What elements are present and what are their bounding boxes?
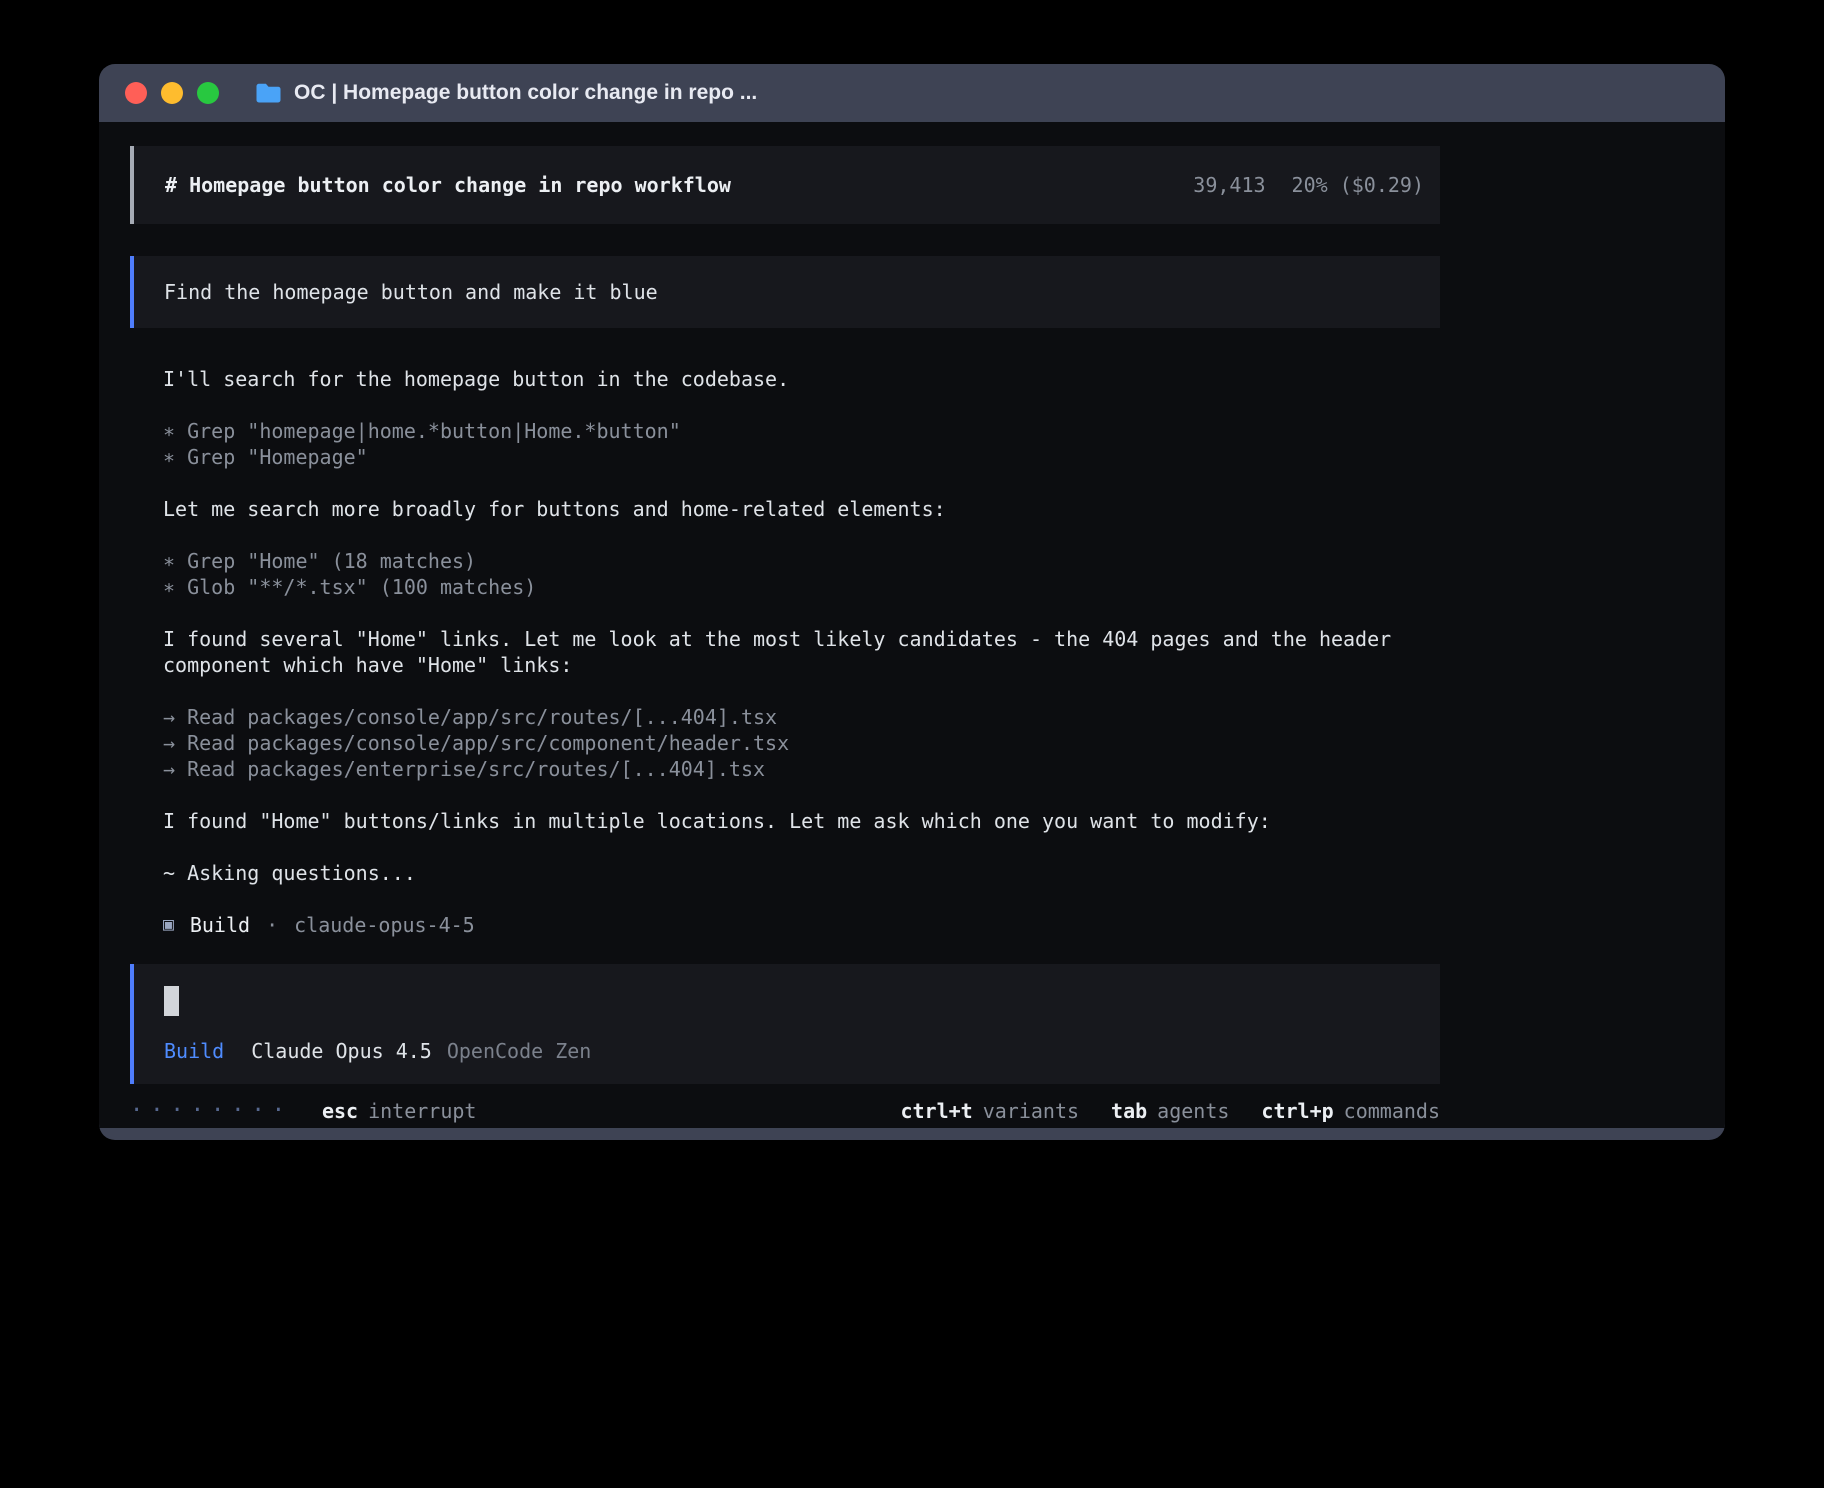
tool-call-grep: ∗ Grep "Homepage"	[163, 444, 1440, 470]
tool-call-glob: ∗ Glob "**/*.tsx" (100 matches)	[163, 574, 1440, 600]
tool-call-group-1: ∗ Grep "homepage|home.*button|Home.*butt…	[163, 418, 1440, 470]
user-message: Find the homepage button and make it blu…	[130, 256, 1440, 328]
minimize-button[interactable]	[161, 82, 183, 104]
folder-icon	[255, 82, 282, 104]
spinner-dots: ········	[130, 1098, 292, 1124]
session-content: # Homepage button color change in repo w…	[99, 122, 1440, 1124]
agent-status-line: ▣ Build · claude-opus-4-5	[163, 912, 1440, 938]
model-label: Claude Opus 4.5	[251, 1038, 432, 1064]
terminal-window: OC | Homepage button color change in rep…	[99, 64, 1725, 1140]
session-stats: 39,413 20% ($0.29)	[1193, 172, 1424, 198]
traffic-lights	[125, 82, 219, 104]
status-bar-left: ········ esc interrupt	[130, 1098, 476, 1124]
interrupt-hint: esc interrupt	[322, 1098, 477, 1124]
shortcut-label: commands	[1344, 1098, 1440, 1124]
context-percent-cost: 20% ($0.29)	[1292, 172, 1424, 198]
prompt-input[interactable]: Build Claude Opus 4.5 OpenCode Zen	[130, 964, 1440, 1084]
agent-separator: ·	[266, 912, 278, 938]
asking-questions-status: ~ Asking questions...	[163, 860, 1440, 886]
input-modeline: Build Claude Opus 4.5 OpenCode Zen	[164, 1038, 1410, 1064]
shortcut-key: tab	[1111, 1098, 1147, 1124]
agent-name: Build	[190, 912, 250, 938]
shortcut-label: variants	[983, 1098, 1079, 1124]
titlebar: OC | Homepage button color change in rep…	[99, 64, 1725, 122]
mode-label[interactable]: Build	[164, 1038, 224, 1064]
assistant-paragraph: I'll search for the homepage button in t…	[163, 366, 1440, 392]
session-title: # Homepage button color change in repo w…	[165, 172, 731, 198]
assistant-paragraph: Let me search more broadly for buttons a…	[163, 496, 1440, 522]
zoom-button[interactable]	[197, 82, 219, 104]
shortcut-label: agents	[1157, 1098, 1229, 1124]
tool-call-grep: ∗ Grep "homepage|home.*button|Home.*butt…	[163, 418, 1440, 444]
window-title: OC | Homepage button color change in rep…	[294, 81, 757, 105]
shortcut-variants: ctrl+t variants	[900, 1098, 1079, 1124]
tool-call-read: → Read packages/enterprise/src/routes/[.…	[163, 756, 1440, 782]
terminal-body: # Homepage button color change in repo w…	[99, 122, 1725, 1128]
status-bar: ········ esc interrupt ctrl+t variants t…	[130, 1098, 1440, 1124]
interrupt-key: esc	[322, 1098, 358, 1124]
assistant-paragraph: I found "Home" buttons/links in multiple…	[163, 808, 1440, 834]
tool-call-group-3: → Read packages/console/app/src/routes/[…	[163, 704, 1440, 782]
user-message-text: Find the homepage button and make it blu…	[164, 280, 658, 304]
agent-icon: ▣	[163, 912, 174, 938]
session-header: # Homepage button color change in repo w…	[130, 146, 1440, 224]
shortcut-key: ctrl+t	[900, 1098, 972, 1124]
assistant-messages: I'll search for the homepage button in t…	[163, 366, 1440, 938]
agent-model: claude-opus-4-5	[294, 912, 475, 938]
tool-call-read: → Read packages/console/app/src/componen…	[163, 730, 1440, 756]
text-cursor	[164, 986, 179, 1016]
token-count: 39,413	[1193, 172, 1265, 198]
interrupt-label: interrupt	[368, 1098, 476, 1124]
assistant-paragraph: I found several "Home" links. Let me loo…	[163, 626, 1440, 678]
shortcut-agents: tab agents	[1111, 1098, 1229, 1124]
provider-label: OpenCode Zen	[447, 1038, 592, 1064]
close-button[interactable]	[125, 82, 147, 104]
tool-call-group-2: ∗ Grep "Home" (18 matches) ∗ Glob "**/*.…	[163, 548, 1440, 600]
status-bar-right: ctrl+t variants tab agents ctrl+p comman…	[900, 1098, 1440, 1124]
tool-call-grep: ∗ Grep "Home" (18 matches)	[163, 548, 1440, 574]
shortcut-commands: ctrl+p commands	[1261, 1098, 1440, 1124]
shortcut-key: ctrl+p	[1261, 1098, 1333, 1124]
tool-call-read: → Read packages/console/app/src/routes/[…	[163, 704, 1440, 730]
